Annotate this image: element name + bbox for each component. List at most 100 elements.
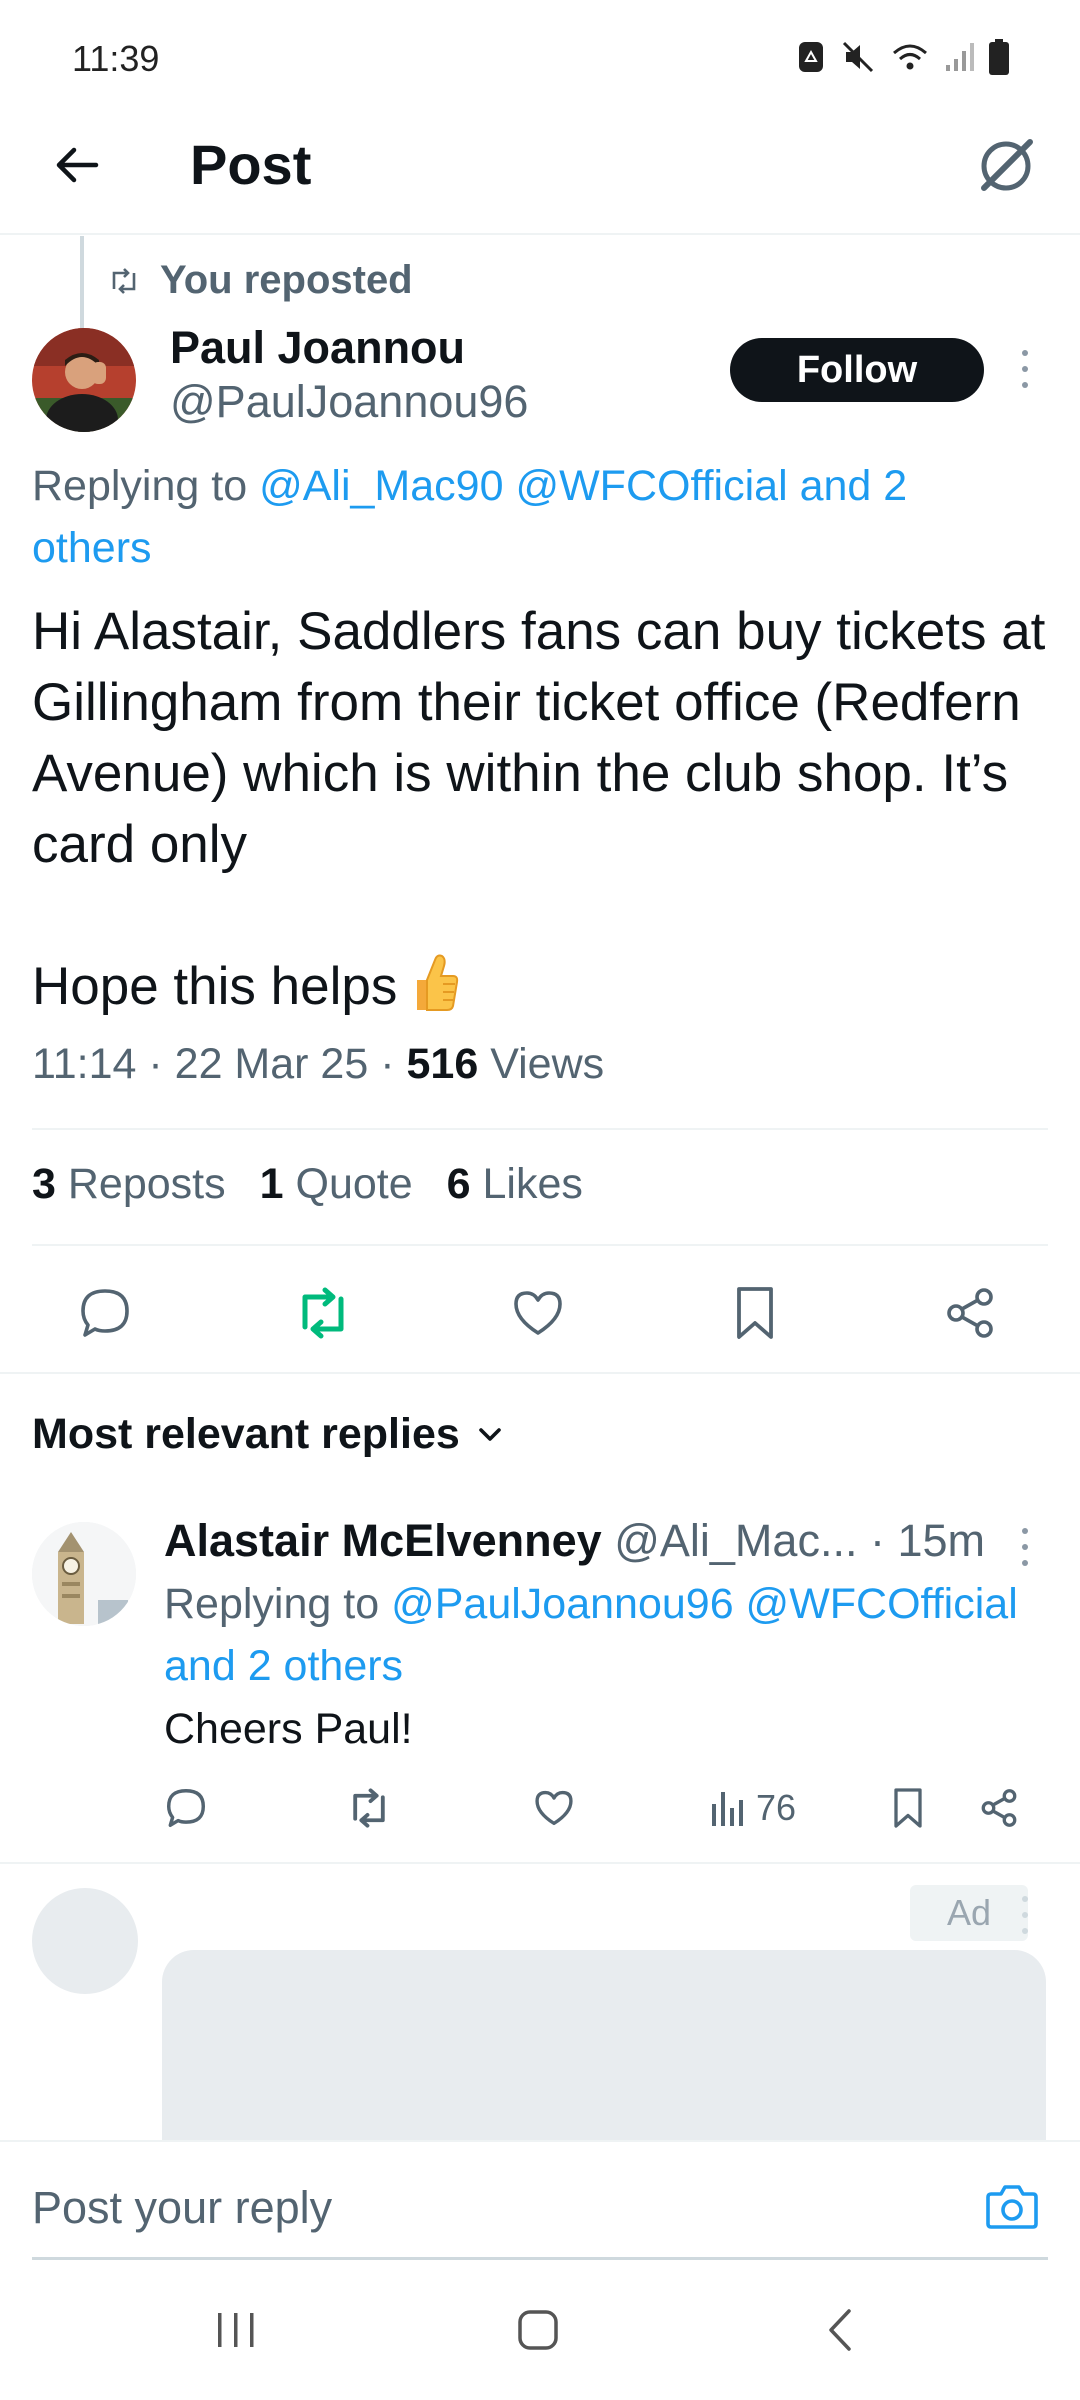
quotes-stat[interactable]: 1 Quote: [260, 1160, 413, 1209]
reply-avatar[interactable]: [32, 1522, 136, 1626]
reply-icon: [81, 1289, 129, 1337]
reply-header: Alastair McElvenney @Ali_Mac... · 15m: [164, 1515, 1014, 1567]
dot: [1022, 1912, 1028, 1918]
avatar-image: [32, 328, 136, 432]
camera-icon: [986, 2185, 1038, 2229]
dot: [1022, 1928, 1028, 1934]
likes-count: 6: [446, 1160, 471, 1208]
post-date: 22 Mar 25: [174, 1040, 369, 1088]
quotes-label: Quote: [295, 1160, 413, 1208]
app-header: Post: [0, 110, 1080, 235]
thread-line: [80, 236, 84, 328]
replying-prefix: Replying to: [32, 462, 260, 510]
back-button[interactable]: [42, 130, 112, 200]
dot: [1022, 1560, 1028, 1566]
reply-author-name[interactable]: Alastair McElvenney: [164, 1515, 602, 1566]
replies-sort-label: Most relevant replies: [32, 1410, 460, 1458]
reply-replying-to: Replying to @PaulJoannou96 @WFCOfficial …: [164, 1573, 1044, 1697]
mute-icon: [842, 41, 874, 73]
analytics-icon: [712, 1792, 743, 1826]
home-button[interactable]: [498, 2300, 578, 2360]
bookmark-icon: [737, 1287, 773, 1339]
grok-icon: [981, 139, 1033, 191]
ad-media-placeholder: [162, 1950, 1046, 2140]
home-icon: [518, 2310, 558, 2350]
reply-timestamp: · 15m: [869, 1515, 986, 1566]
grok-button[interactable]: [968, 128, 1044, 204]
back-nav-button[interactable]: [800, 2300, 880, 2360]
reposts-label: Reposts: [67, 1160, 226, 1208]
reply-bookmark-button[interactable]: [890, 1780, 926, 1836]
reposts-stat[interactable]: 3 Reposts: [32, 1160, 226, 1209]
reply-like-button[interactable]: [532, 1780, 576, 1836]
system-nav-bar: [0, 2260, 1080, 2400]
camera-button[interactable]: [980, 2174, 1044, 2238]
post-meta: 11:14 · 22 Mar 25 · 516 Views: [32, 1040, 604, 1089]
reply-button[interactable]: [70, 1278, 140, 1348]
avatar-image: [32, 1522, 136, 1626]
repost-context-label: You reposted: [160, 258, 413, 302]
recycle-icon: [799, 42, 823, 72]
battery-icon: [989, 39, 1009, 75]
reply-author-handle[interactable]: @Ali_Mac...: [614, 1515, 857, 1566]
thumbs-up-icon: [407, 952, 459, 1030]
repost-icon: [353, 1788, 385, 1828]
repost-icon: [112, 267, 136, 294]
dot: [1022, 1544, 1028, 1550]
signal-icon: [946, 43, 974, 71]
reply-views-button[interactable]: 76: [708, 1780, 796, 1836]
post-text: Hi Alastair, Saddlers fans can buy ticke…: [32, 596, 1052, 1030]
share-icon: [981, 1789, 1017, 1827]
views-label[interactable]: Views: [490, 1040, 604, 1088]
arrow-left-icon: [56, 147, 99, 183]
bookmark-icon: [894, 1788, 922, 1828]
section-divider: [0, 1372, 1080, 1374]
likes-stat[interactable]: 6 Likes: [447, 1160, 583, 1209]
reply-icon: [166, 1788, 206, 1828]
post-stats: 3 Reposts 1 Quote 6 Likes: [32, 1160, 583, 1209]
reply-more-options-button[interactable]: [1010, 1522, 1040, 1572]
chevron-down-icon: [478, 1427, 501, 1441]
author-handle[interactable]: @PaulJoannou96: [170, 376, 528, 428]
divider: [32, 1244, 1048, 1246]
status-icons: [796, 38, 1010, 76]
replying-prefix: Replying to: [164, 1580, 392, 1628]
replying-to: Replying to @Ali_Mac90 @WFCOfficial and …: [32, 455, 1032, 579]
repost-button[interactable]: [288, 1278, 358, 1348]
more-options-button[interactable]: [1010, 344, 1040, 394]
follow-button[interactable]: Follow: [730, 338, 984, 402]
ad-more-options-button[interactable]: [1010, 1890, 1040, 1940]
reply-input[interactable]: Post your reply: [32, 2182, 332, 2234]
dot: [1022, 1896, 1028, 1902]
dot: [1022, 366, 1028, 372]
meta-separator: ·: [148, 1040, 163, 1088]
recent-apps-button[interactable]: [196, 2300, 276, 2360]
share-button[interactable]: [935, 1278, 1005, 1348]
heart-icon: [514, 1291, 562, 1335]
meta-separator: ·: [380, 1040, 395, 1088]
like-button[interactable]: [503, 1278, 573, 1348]
status-time: 11:39: [72, 38, 160, 79]
heart-icon: [535, 1790, 573, 1826]
bookmark-button[interactable]: [720, 1278, 790, 1348]
reposts-count: 3: [32, 1160, 56, 1208]
reply-reply-button[interactable]: [164, 1780, 208, 1836]
repost-context[interactable]: You reposted: [108, 258, 413, 303]
wifi-icon: [893, 44, 927, 70]
reply-repost-button[interactable]: [346, 1780, 392, 1836]
likes-label: Likes: [482, 1160, 583, 1208]
dot: [1022, 350, 1028, 356]
post-text-body: Hi Alastair, Saddlers fans can buy ticke…: [32, 602, 1046, 1016]
dot: [1022, 382, 1028, 388]
author-avatar[interactable]: [32, 328, 136, 432]
share-icon: [947, 1288, 993, 1338]
reply-composer: Post your reply: [0, 2140, 1080, 2260]
post-time: 11:14: [32, 1040, 137, 1088]
divider: [32, 1128, 1048, 1130]
author-name[interactable]: Paul Joannou: [170, 322, 465, 374]
ad-avatar-placeholder: [32, 1888, 138, 1994]
reply-share-button[interactable]: [978, 1780, 1020, 1836]
status-bar: 11:39: [0, 0, 1080, 110]
replies-sort-dropdown[interactable]: Most relevant replies: [32, 1410, 506, 1459]
quotes-count: 1: [259, 1160, 284, 1208]
